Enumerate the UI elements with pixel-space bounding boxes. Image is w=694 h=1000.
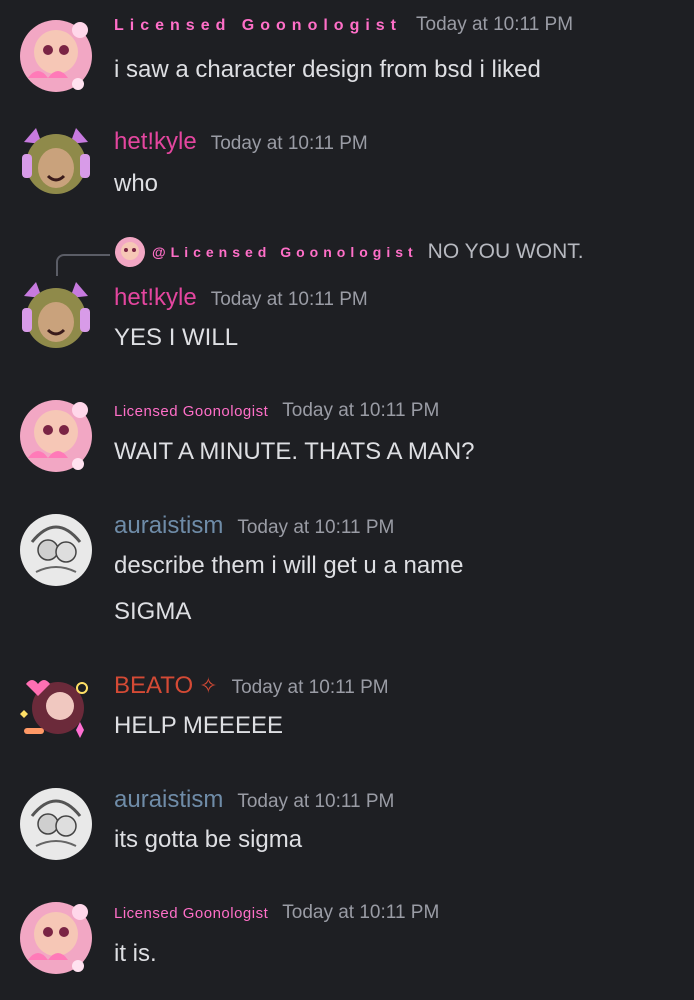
- author-name[interactable]: Licensed Goonologist: [114, 905, 268, 922]
- timestamp: Today at 10:11 PM: [282, 400, 440, 421]
- author-name[interactable]: BEATO: [114, 672, 193, 700]
- reply-spine: [56, 254, 110, 276]
- timestamp: Today at 10:11 PM: [282, 902, 440, 923]
- goonologist-avatar[interactable]: [18, 398, 94, 474]
- message-text: SIGMA: [114, 598, 192, 625]
- author-name[interactable]: Licensed Goonologist: [114, 17, 402, 35]
- timestamp: Today at 10:11 PM: [237, 517, 395, 538]
- timestamp: Today at 10:11 PM: [210, 289, 368, 310]
- message-text: describe them i will get u a name: [114, 552, 464, 579]
- auraistism-avatar[interactable]: [18, 512, 94, 588]
- author-name[interactable]: auraistism: [114, 512, 223, 540]
- message-text: YES I WILL: [114, 324, 239, 351]
- timestamp: Today at 10:11 PM: [416, 14, 574, 35]
- beato-avatar[interactable]: [18, 670, 94, 746]
- reply-avatar-icon: [115, 237, 145, 267]
- timestamp: Today at 10:11 PM: [237, 791, 395, 812]
- message-text: i saw a character design from bsd i like…: [114, 56, 541, 83]
- message-text: HELP MEEEEE: [114, 712, 283, 739]
- sparkle-badge-icon: ✧: [199, 673, 218, 698]
- kyle-avatar[interactable]: [18, 278, 94, 354]
- kyle-avatar[interactable]: [18, 124, 94, 200]
- timestamp: Today at 10:11 PM: [231, 677, 389, 698]
- message-text: it is.: [114, 940, 157, 967]
- reply-preview[interactable]: @Licensed Goonologist NO YOU WONT.: [114, 236, 584, 268]
- message-text: its gotta be sigma: [114, 826, 303, 853]
- timestamp: Today at 10:11 PM: [210, 133, 368, 154]
- message-text: who: [114, 170, 159, 197]
- goonologist-avatar[interactable]: [18, 18, 94, 94]
- reply-mention[interactable]: @Licensed Goonologist: [152, 244, 418, 260]
- author-name[interactable]: het!kyle: [114, 128, 197, 156]
- author-name[interactable]: Licensed Goonologist: [114, 403, 268, 420]
- message-text: WAIT A MINUTE. THATS A MAN?: [114, 438, 475, 465]
- author-name[interactable]: auraistism: [114, 786, 223, 814]
- goonologist-avatar[interactable]: [18, 900, 94, 976]
- auraistism-avatar[interactable]: [18, 786, 94, 862]
- reply-text: NO YOU WONT.: [427, 240, 584, 263]
- author-name[interactable]: het!kyle: [114, 284, 197, 312]
